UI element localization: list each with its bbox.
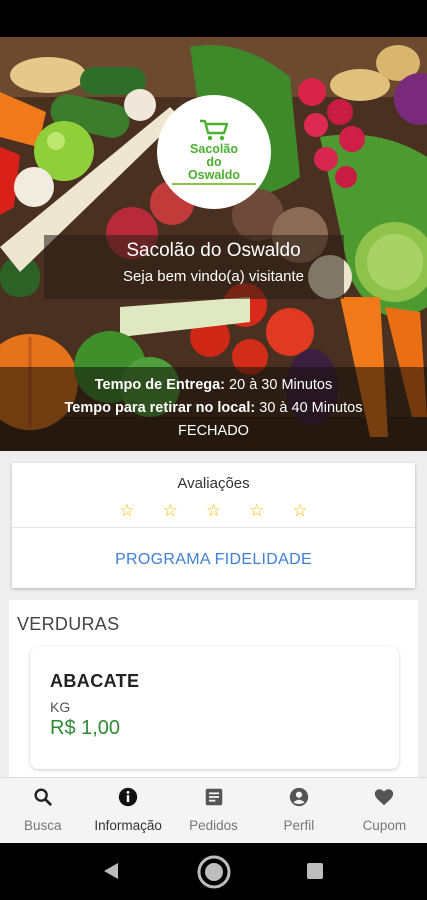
welcome-message: Seja bem vindo(a) visitante (123, 268, 304, 285)
nav-item-search[interactable]: Busca (0, 778, 85, 843)
pickup-time-value: 30 à 40 Minutos (259, 400, 363, 416)
logo-tagline-mark (172, 183, 256, 185)
nav-label: Cupom (362, 818, 407, 833)
status-bar (0, 0, 427, 37)
profile-icon (289, 787, 309, 807)
heart-icon (375, 789, 394, 806)
ratings-title: Avaliações (177, 475, 250, 492)
app-screen: Sacolão do Oswaldo Sacolão do Oswaldo Se… (0, 37, 427, 843)
product-price: R$ 1,00 (50, 717, 121, 739)
recents-icon[interactable] (306, 862, 324, 880)
system-navigation-bar (0, 843, 427, 900)
star-icon[interactable]: ☆ (206, 501, 221, 521)
pickup-time: Tempo para retirar no local: 30 à 40 Min… (0, 400, 427, 416)
bottom-navigation: Busca Informação Pedidos Perfil Cupom (0, 777, 427, 843)
star-icon[interactable]: ☆ (119, 501, 134, 521)
pickup-time-label: Tempo para retirar no local: (64, 400, 256, 416)
product-card[interactable]: ABACATE KG R$ 1,00 (30, 647, 399, 769)
nav-item-orders[interactable]: Pedidos (171, 778, 256, 843)
nav-label: Perfil (283, 818, 315, 833)
product-name: ABACATE (50, 671, 140, 691)
nav-label: Pedidos (189, 818, 238, 833)
nav-item-coupon[interactable]: Cupom (342, 778, 427, 843)
nav-label: Busca (23, 818, 62, 833)
store-name: Sacolão do Oswaldo (126, 240, 301, 261)
nav-item-info[interactable]: Informação (85, 778, 170, 843)
product-unit: KG (50, 699, 71, 715)
star-icon[interactable]: ☆ (249, 501, 264, 521)
star-icon[interactable]: ☆ (163, 501, 178, 521)
loyalty-program-button[interactable]: PROGRAMA FIDELIDADE (12, 551, 415, 569)
logo-text-line3: Oswaldo (187, 168, 241, 182)
ratings-card: Avaliações ☆ ☆ ☆ ☆ ☆ PROGRAMA FIDELIDADE (12, 463, 415, 588)
cart-icon (200, 119, 229, 141)
star-rating[interactable]: ☆ ☆ ☆ ☆ ☆ (12, 501, 415, 521)
nav-label: Informação (94, 818, 162, 833)
info-icon (118, 787, 138, 807)
category-title: VERDURAS (17, 614, 120, 634)
home-icon[interactable] (196, 854, 232, 890)
delivery-time: Tempo de Entrega: 20 à 30 Minutos (0, 377, 427, 393)
store-status: FECHADO (178, 423, 249, 439)
back-icon[interactable] (101, 861, 121, 881)
store-hero: Sacolão do Oswaldo Sacolão do Oswaldo Se… (0, 37, 427, 451)
orders-icon (205, 788, 222, 806)
search-icon (34, 788, 52, 806)
divider (12, 527, 415, 528)
delivery-time-value: 20 à 30 Minutos (229, 377, 333, 393)
nav-item-profile[interactable]: Perfil (256, 778, 341, 843)
star-icon[interactable]: ☆ (292, 501, 307, 521)
delivery-time-label: Tempo de Entrega: (94, 377, 226, 393)
